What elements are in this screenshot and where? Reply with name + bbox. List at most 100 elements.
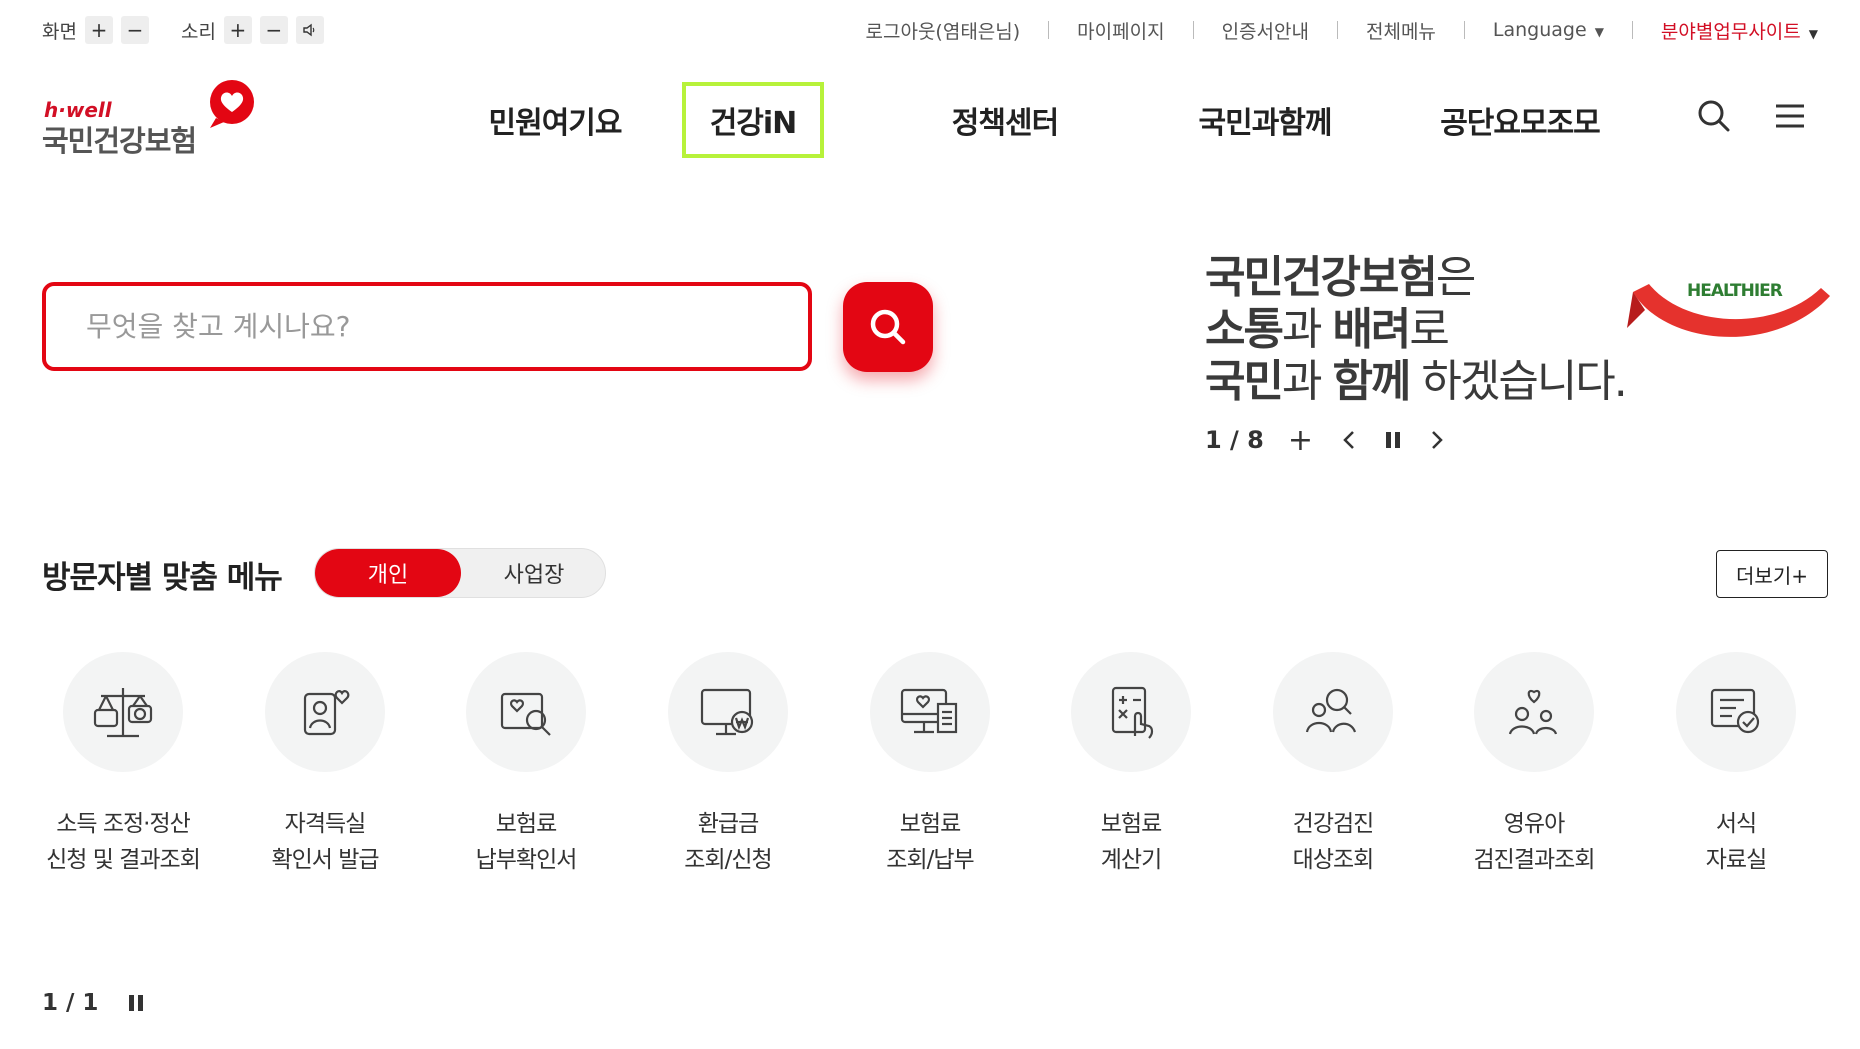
sound-label: 소리: [180, 20, 216, 43]
search-input[interactable]: [46, 286, 808, 367]
volume-down-button[interactable]: −: [259, 16, 288, 44]
menu-label: 자격득실 확인서 발급: [271, 811, 379, 873]
pause-icon[interactable]: [128, 993, 144, 1013]
screen-zoom-out-button[interactable]: −: [120, 16, 149, 44]
visitor-type-toggle: 개인 사업장: [314, 548, 606, 598]
divider: [1631, 21, 1633, 39]
menu-label: 보험료 조회/납부: [886, 811, 974, 873]
divider: [1463, 21, 1465, 39]
menu-label: 서식 자료실: [1705, 811, 1767, 873]
tab-business[interactable]: 사업장: [461, 549, 607, 597]
slogan-text: 은: [1435, 252, 1477, 303]
monitor-won-icon: [700, 688, 754, 736]
top-links: 로그아웃(염태은님) 마이페이지 인증서안내 전체메뉴 Language ▼ 분야…: [866, 12, 1819, 48]
search-button[interactable]: [843, 282, 933, 372]
slogan-text: 국민: [1205, 356, 1284, 407]
search-icon[interactable]: [1694, 96, 1734, 136]
screen-zoom-in-button[interactable]: +: [84, 16, 113, 44]
logo-brand-ko: 국민건강보험: [42, 124, 197, 158]
prev-arrow-icon[interactable]: [1341, 429, 1357, 451]
menu-label: 보험료 계산기: [1100, 811, 1162, 873]
menu-item-premium-payment[interactable]: 보험료 조회/납부: [845, 652, 1015, 878]
mypage-link[interactable]: 마이페이지: [1077, 17, 1164, 44]
certificate-guide-link[interactable]: 인증서안내: [1222, 17, 1309, 44]
healthier-ribbon-graphic: HEALTHIER: [1627, 281, 1830, 337]
menu-icon-circle: [668, 652, 788, 772]
menu-item-income-adjustment[interactable]: 소득 조정·정산 신청 및 결과조회: [38, 652, 208, 878]
business-sites-dropdown[interactable]: 분야별업무사이트 ▼: [1661, 17, 1818, 44]
slogan-text: 국민건강보험: [1205, 252, 1438, 303]
visitor-menu-title: 방문자별 맞춤 메뉴: [42, 560, 283, 596]
menu-label: 건강검진 대상조회: [1292, 811, 1375, 873]
search-field[interactable]: [42, 282, 812, 371]
slogan-text: 하겠습니다.: [1409, 356, 1627, 407]
divider: [1192, 21, 1194, 39]
menu-item-health-checkup-target[interactable]: 건강검진 대상조회: [1248, 652, 1418, 878]
banner-add-button[interactable]: +: [1288, 423, 1313, 458]
menu-item-refund[interactable]: 환급금 조회/신청: [643, 652, 813, 878]
more-button[interactable]: 더보기+: [1716, 550, 1828, 598]
slogan-text: 소통: [1205, 304, 1284, 355]
scale-icon: [93, 688, 153, 738]
hamburger-menu-icon[interactable]: [1770, 96, 1810, 136]
accessibility-controls: 화면 + − 소리 + −: [42, 12, 332, 48]
search-icon: [870, 309, 906, 345]
menu-item-premium-payment-certificate[interactable]: 보험료 납부확인서: [441, 652, 611, 878]
caret-down-icon: ▼: [1594, 25, 1604, 39]
menu-item-premium-calculator[interactable]: 보험료 계산기: [1046, 652, 1216, 878]
calculator-icon: [1111, 686, 1154, 739]
menu-item-qualification-certificate[interactable]: 자격득실 확인서 발급: [240, 652, 410, 878]
nav-with-public[interactable]: 국민과함께: [1180, 82, 1350, 158]
next-arrow-icon[interactable]: [1429, 429, 1445, 451]
tab-individual[interactable]: 개인: [315, 549, 461, 597]
ribbon-label: HEALTHIER: [1687, 281, 1783, 301]
menu-icon-circle: [1676, 652, 1796, 772]
nav-health-in[interactable]: 건강iN: [682, 82, 824, 158]
heart-logo-icon: [210, 80, 254, 128]
menu-pager-counter: 1 / 1: [42, 990, 99, 1016]
person-heart-icon: [303, 690, 350, 736]
nav-about-nhis[interactable]: 공단요모조모: [1425, 82, 1615, 158]
menu-item-form-library[interactable]: 서식 자료실: [1651, 652, 1821, 878]
nav-civil-service[interactable]: 민원여기요: [460, 82, 650, 158]
speaker-icon[interactable]: [295, 16, 324, 44]
site-logo[interactable]: h·well 국민건강보험: [42, 72, 282, 162]
business-sites-label: 분야별업무사이트: [1660, 20, 1801, 43]
slogan-text: 함께: [1332, 356, 1411, 407]
document-search-icon: [500, 692, 551, 736]
people-search-icon: [1305, 688, 1357, 733]
caret-down-icon: ▼: [1808, 26, 1818, 41]
menu-pager: 1 / 1: [42, 990, 144, 1016]
menu-icon-circle: [1273, 652, 1393, 772]
all-menu-link[interactable]: 전체메뉴: [1366, 17, 1436, 44]
menu-label: 소득 조정·정산 신청 및 결과조회: [46, 811, 201, 873]
divider: [1336, 21, 1338, 39]
menu-icon-circle: [1474, 652, 1594, 772]
slogan-text: 과: [1281, 304, 1333, 355]
menu-item-infant-checkup-result[interactable]: 영유아 검진결과조회: [1449, 652, 1619, 878]
menu-icon-circle: [63, 652, 183, 772]
nav-policy-center[interactable]: 정책센터: [930, 82, 1080, 158]
banner-controls: 1 / 8 +: [1205, 422, 1473, 458]
utility-bar: 화면 + − 소리 + − 로그아웃(염태은님) 마이페이지 인증서안내 전체메…: [0, 12, 1860, 48]
family-heart-icon: [1508, 689, 1558, 735]
menu-icon-circle: [466, 652, 586, 772]
menu-icon-circle: [1071, 652, 1191, 772]
volume-up-button[interactable]: +: [223, 16, 252, 44]
language-label: Language: [1492, 19, 1587, 41]
screen-size-label: 화면: [42, 20, 77, 43]
form-check-icon: [1710, 688, 1760, 734]
banner-counter: 1 / 8: [1205, 426, 1264, 454]
language-dropdown[interactable]: Language ▼: [1493, 19, 1604, 41]
menu-label: 환급금 조회/신청: [684, 811, 772, 873]
menu-icon-circle: [870, 652, 990, 772]
slogan-text: 배려: [1332, 304, 1411, 355]
menu-icon-circle: [265, 652, 385, 772]
slogan-text: 로: [1409, 304, 1450, 355]
pause-icon[interactable]: [1385, 430, 1401, 450]
logout-link[interactable]: 로그아웃(염태은님): [866, 17, 1021, 44]
divider: [1048, 21, 1050, 39]
menu-label: 영유아 검진결과조회: [1473, 811, 1596, 873]
menu-label: 보험료 납부확인서: [475, 811, 578, 873]
slogan-text: 과: [1281, 356, 1333, 407]
